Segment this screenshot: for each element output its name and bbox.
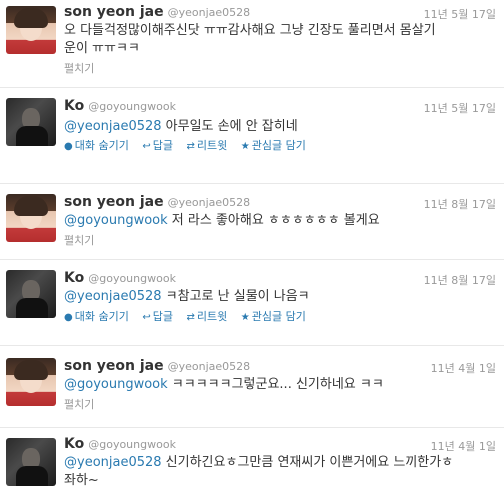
user-handle[interactable]: @goyoungwook: [88, 438, 176, 451]
tweet-date[interactable]: 11년 8월 17일: [424, 272, 496, 288]
tweet-text: @yeonjae0528 신기하긴요ㅎ그만큼 연재씨가 이쁜거에요 느끼한가ㅎ …: [64, 455, 454, 488]
retweet-icon: ⇄: [186, 141, 195, 152]
user-name[interactable]: Ko @goyoungwook: [64, 98, 176, 114]
tweet-item: son yeon jae @yeonjae0528 11년 8월 17일 @goy…: [0, 184, 504, 260]
star-icon: ★: [240, 141, 250, 152]
user-handle[interactable]: @yeonjae0528: [168, 196, 251, 209]
mention-link[interactable]: @yeonjae0528: [64, 289, 162, 304]
speech-bubble-icon: ●: [64, 141, 73, 152]
reply-arrow-icon: ↩: [142, 141, 151, 152]
tweet-date[interactable]: 11년 5월 17일: [424, 6, 496, 22]
avatar[interactable]: [6, 6, 56, 54]
user-handle[interactable]: @goyoungwook: [88, 100, 176, 113]
tweet-item: Ko @goyoungwook 11년 8월 17일 @yeonjae0528 ㅋ…: [0, 260, 504, 346]
tweet-item: Ko @goyoungwook 11년 5월 17일 @yeonjae0528 아…: [0, 88, 504, 184]
tweet-date[interactable]: 11년 4월 1일: [431, 438, 496, 454]
user-name[interactable]: Ko @goyoungwook: [64, 436, 176, 452]
hide-conversation-button[interactable]: ● 대화 숨기기: [64, 139, 129, 152]
favorite-button[interactable]: ★ 관심글 담기: [241, 310, 306, 323]
tweet-item: son yeon jae @yeonjae0528 11년 5월 17일 오 다들…: [0, 0, 504, 88]
expand-link[interactable]: 펼치기: [64, 396, 94, 412]
tweet-text: @goyoungwook 저 라스 좋아해요 ㅎㅎㅎㅎㅎㅎ 볼게요: [64, 213, 380, 228]
reply-arrow-icon: ↩: [142, 312, 151, 323]
user-name[interactable]: Ko @goyoungwook: [64, 270, 176, 286]
favorite-button[interactable]: ★ 관심글 담기: [241, 139, 306, 152]
user-handle[interactable]: @goyoungwook: [88, 272, 176, 285]
tweet-date[interactable]: 11년 8월 17일: [424, 196, 496, 212]
user-handle[interactable]: @yeonjae0528: [168, 6, 251, 19]
retweet-button[interactable]: ⇄ 리트윗: [186, 310, 227, 323]
star-icon: ★: [240, 312, 250, 323]
tweet-date[interactable]: 11년 4월 1일: [431, 360, 496, 376]
tweet-item: Ko @goyoungwook 11년 4월 1일 @yeonjae0528 신기…: [0, 428, 504, 495]
user-name[interactable]: son yeon jae @yeonjae0528: [64, 194, 250, 210]
tweet-text: 오 다들걱정많이해주신닷 ㅠㅠ감사해요 그냥 긴장도 풀리면서 몸살기 운이 ㅠ…: [64, 23, 436, 56]
reply-button[interactable]: ↩ 답글: [142, 139, 173, 152]
tweet-actions: ● 대화 숨기기 ↩ 답글 ⇄ 리트윗 ★ 관심글 담기: [64, 308, 316, 324]
user-name[interactable]: son yeon jae @yeonjae0528: [64, 4, 250, 20]
user-handle[interactable]: @yeonjae0528: [168, 360, 251, 373]
expand-link[interactable]: 펼치기: [64, 232, 94, 248]
mention-link[interactable]: @goyoungwook: [64, 213, 168, 228]
tweet-actions: ● 대화 숨기기 ↩ 답글 ⇄ 리트윗 ★ 관심글 담기: [64, 137, 316, 153]
speech-bubble-icon: ●: [64, 312, 73, 323]
avatar[interactable]: [6, 98, 56, 146]
retweet-icon: ⇄: [186, 312, 195, 323]
avatar[interactable]: [6, 438, 56, 486]
avatar[interactable]: [6, 270, 56, 318]
tweet-date[interactable]: 11년 5월 17일: [424, 100, 496, 116]
avatar[interactable]: [6, 358, 56, 406]
tweet-text: @goyoungwook ㅋㅋㅋㅋㅋ그렇군요... 신기하네요 ㅋㅋ: [64, 377, 384, 392]
mention-link[interactable]: @yeonjae0528: [64, 455, 162, 470]
avatar[interactable]: [6, 194, 56, 242]
user-name[interactable]: son yeon jae @yeonjae0528: [64, 358, 250, 374]
retweet-button[interactable]: ⇄ 리트윗: [186, 139, 227, 152]
mention-link[interactable]: @yeonjae0528: [64, 119, 162, 134]
reply-button[interactable]: ↩ 답글: [142, 310, 173, 323]
hide-conversation-button[interactable]: ● 대화 숨기기: [64, 310, 129, 323]
expand-link[interactable]: 펼치기: [64, 60, 94, 76]
tweet-text: @yeonjae0528 ㅋ참고로 난 실물이 나음ㅋ: [64, 289, 310, 304]
mention-link[interactable]: @goyoungwook: [64, 377, 168, 392]
tweet-item: son yeon jae @yeonjae0528 11년 4월 1일 @goyo…: [0, 346, 504, 428]
tweet-text: @yeonjae0528 아무일도 손에 안 잡히네: [64, 119, 298, 134]
